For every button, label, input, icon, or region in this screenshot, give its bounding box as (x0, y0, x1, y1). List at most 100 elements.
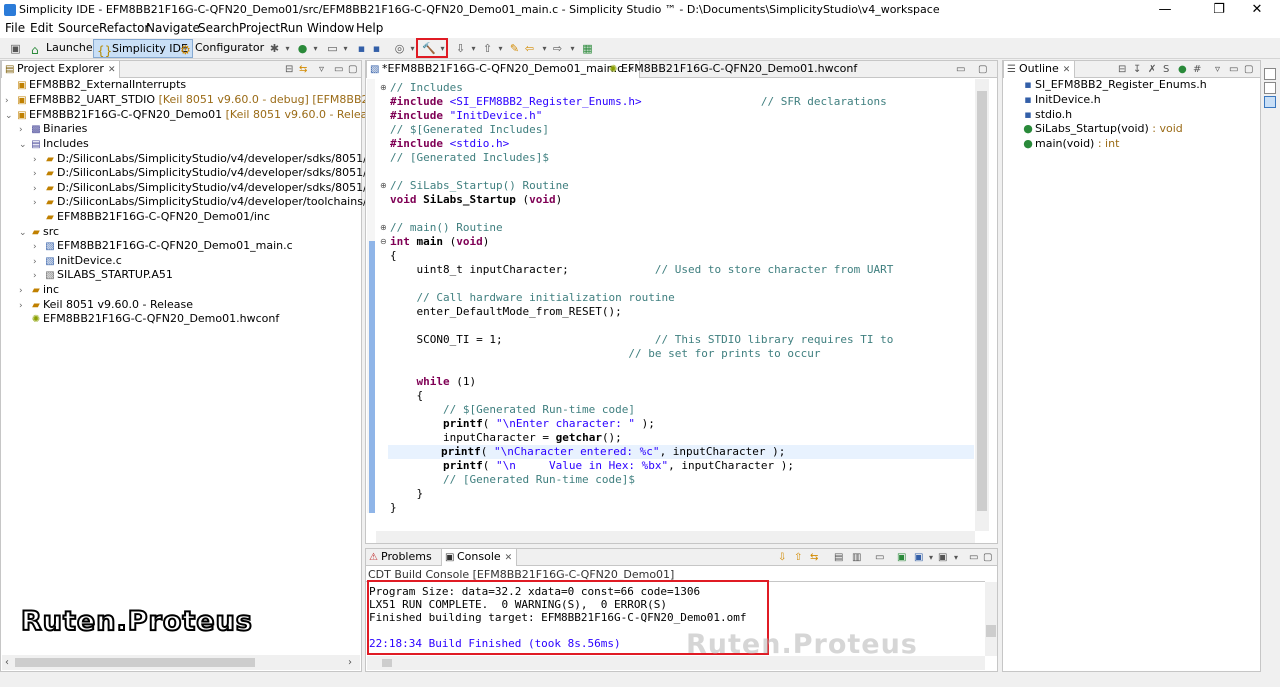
scroll-right-icon[interactable]: › (348, 656, 352, 669)
word-wrap-icon[interactable]: ▥ (852, 551, 861, 564)
chevron-down-icon[interactable]: ▾ (309, 42, 322, 55)
restore-icon[interactable] (1264, 68, 1276, 80)
chevron-down-icon[interactable]: ▾ (281, 42, 294, 55)
menu-project[interactable]: Project (239, 21, 280, 35)
menu-refactor[interactable]: Refactor (99, 21, 149, 35)
chevron-down-icon[interactable]: ▾ (929, 551, 933, 564)
new-console-icon[interactable]: ▣ (938, 551, 947, 564)
forward-icon[interactable]: ⇨ (551, 42, 564, 55)
chevron-down-icon[interactable]: ▾ (339, 42, 352, 55)
tab-problems[interactable]: ⚠ Problems (366, 549, 436, 566)
collapse-all-icon[interactable]: ⊟ (1118, 63, 1126, 76)
chevron-down-icon[interactable]: ▾ (566, 42, 579, 55)
back-icon[interactable]: ⇦ (523, 42, 536, 55)
chevron-down-icon[interactable]: ▾ (494, 42, 507, 55)
perspective-launcher[interactable]: ⌂ Launcher (28, 39, 101, 58)
new-icon[interactable]: ▭ (326, 42, 339, 55)
menu-run[interactable]: Run (280, 21, 303, 35)
pin-console-icon[interactable]: ▭ (875, 551, 884, 564)
fold-toggle-icon[interactable]: ⊕ (380, 83, 387, 92)
tab-outline[interactable]: ☰ Outline ✕ (1003, 61, 1076, 78)
last-edit-icon[interactable]: ✎ (508, 42, 521, 55)
outline-item[interactable]: ▪ stdio.h (1021, 108, 1072, 123)
scroll-left-icon[interactable]: ‹ (5, 656, 9, 669)
save-all-icon[interactable]: ▪ (370, 42, 383, 55)
view-menu-icon[interactable]: ▿ (1215, 63, 1220, 76)
display-console-icon[interactable]: ▣ (914, 551, 923, 564)
tree-item-project[interactable]: › ▣ EFM8BB2_UART_STDIO [Keil 8051 v9.60.0 … (5, 93, 415, 108)
prev-annotation-icon[interactable]: ⇧ (481, 42, 494, 55)
outline-item[interactable]: ▪ SI_EFM8BB2_Register_Enums.h (1021, 78, 1206, 93)
chevron-down-icon[interactable]: ▾ (467, 42, 480, 55)
tree-item-binaries[interactable]: › ▩ Binaries (19, 122, 87, 137)
maximize-view-icon[interactable]: ▢ (1244, 63, 1253, 76)
maximize-view-icon[interactable]: ▢ (348, 63, 357, 76)
tree-item-file[interactable]: › ▧ InitDevice.c (33, 254, 122, 269)
tree-item-src[interactable]: ⌄ ▰ src (19, 225, 59, 240)
close-icon[interactable]: ✕ (505, 553, 513, 563)
minimize-view-icon[interactable]: ▭ (956, 63, 965, 76)
tree-item-includes[interactable]: ⌄ ▤ Includes (19, 137, 89, 152)
build-config-icon[interactable]: ◎ (393, 42, 406, 55)
link-editor-icon[interactable]: ⇆ (299, 63, 307, 76)
show-console-icon[interactable]: ⇧ (794, 551, 802, 564)
chevron-down-icon[interactable]: ▾ (954, 551, 958, 564)
save-icon[interactable]: ▪ (355, 42, 368, 55)
scrollbar-thumb[interactable] (986, 625, 996, 637)
hide-nonpublic-icon[interactable]: ● (1178, 63, 1187, 76)
next-annotation-icon[interactable]: ⇩ (454, 42, 467, 55)
view-menu-icon[interactable]: ▿ (319, 63, 324, 76)
menu-edit[interactable]: Edit (30, 21, 53, 35)
close-icon[interactable]: ✕ (1063, 65, 1071, 75)
vertical-scrollbar[interactable] (985, 582, 997, 656)
maximize-view-icon[interactable]: ▢ (983, 551, 992, 564)
scroll-lock-icon[interactable]: ⇩ (778, 551, 786, 564)
tree-item-include-path[interactable]: › ▰ D:/SiliconLabs/SimplicityStudio/v4/dev… (33, 152, 408, 167)
tree-item-include-path[interactable]: › ▰ D:/SiliconLabs/SimplicityStudio/v4/dev… (33, 195, 412, 210)
minimize-view-icon[interactable]: ▭ (969, 551, 978, 564)
tab-hwconf[interactable]: ✺ EFM8BB21F16G-C-QFN20_Demo01.hwconf (606, 61, 861, 78)
clear-console-icon[interactable]: ▤ (834, 551, 843, 564)
outline-trim-icon[interactable] (1264, 96, 1276, 108)
scrollbar-thumb[interactable] (977, 91, 987, 511)
tree-item-include-path[interactable]: ▰ EFM8BB21F16G-C-QFN20_Demo01/inc (33, 210, 270, 225)
task-list-icon[interactable] (1264, 82, 1276, 94)
tree-item-file[interactable]: › ▧ EFM8BB21F16G-C-QFN20_Demo01_main.c (33, 239, 293, 254)
sort-icon[interactable]: ↧ (1133, 63, 1141, 76)
tree-item-hwconf[interactable]: ✺ EFM8BB21F16G-C-QFN20_Demo01.hwconf (19, 312, 279, 327)
fold-toggle-icon[interactable]: ⊕ (380, 181, 387, 190)
code-area[interactable]: // Includes ⊕ #include <SI_EFM8BB2_Registe… (366, 81, 976, 521)
run-icon[interactable]: ● (296, 42, 309, 55)
outline-item[interactable]: ● main(void) : int (1021, 137, 1119, 152)
minimize-view-icon[interactable]: ▭ (334, 63, 343, 76)
perspective-configurator[interactable]: ⚙ Configurator (177, 39, 268, 58)
menu-source[interactable]: Source (58, 21, 99, 35)
tree-item-file[interactable]: › ▧ SILABS_STARTUP.A51 (33, 268, 173, 283)
tree-item-build-config[interactable]: › ▰ Keil 8051 v9.60.0 - Release (19, 298, 193, 313)
minimize-button[interactable]: — (1142, 0, 1188, 20)
link-icon[interactable]: ⇆ (810, 551, 818, 564)
fold-toggle-icon[interactable]: ⊕ (380, 223, 387, 232)
open-perspective-icon[interactable]: ▣ (9, 42, 22, 55)
tab-project-explorer[interactable]: ▤ Project Explorer ✕ (1, 61, 121, 78)
tree-item-project[interactable]: ▣ EFM8BB2_ExternalInterrupts (5, 78, 186, 93)
outline-item[interactable]: ● SiLabs_Startup(void) : void (1021, 122, 1183, 137)
tab-console[interactable]: ▣ Console ✕ (441, 549, 518, 566)
close-button[interactable]: ✕ (1234, 0, 1280, 20)
maximize-view-icon[interactable]: ▢ (978, 63, 987, 76)
hide-fields-icon[interactable]: ✗ (1148, 63, 1156, 76)
menu-window[interactable]: Window (307, 21, 354, 35)
pin-icon[interactable]: ▦ (581, 42, 594, 55)
debug-icon[interactable]: ✱ (268, 42, 281, 55)
tree-item-include-path[interactable]: › ▰ D:/SiliconLabs/SimplicityStudio/v4/dev… (33, 166, 408, 181)
minimize-view-icon[interactable]: ▭ (1229, 63, 1238, 76)
outline-item[interactable]: ▪ InitDevice.h (1021, 93, 1100, 108)
hide-static-icon[interactable]: S (1163, 63, 1169, 76)
menu-file[interactable]: File (5, 21, 25, 35)
tab-main-c[interactable]: ▧ *EFM8BB21F16G-C-QFN20_Demo01_main.c ✕ (366, 61, 640, 78)
tree-item-project[interactable]: ⌄ ▣ EFM8BB21F16G-C-QFN20_Demo01 [Keil 8051… (5, 108, 415, 123)
menu-help[interactable]: Help (356, 21, 383, 35)
hash-icon[interactable]: # (1193, 63, 1201, 76)
open-console-icon[interactable]: ▣ (897, 551, 906, 564)
horizontal-scrollbar[interactable] (376, 531, 975, 543)
